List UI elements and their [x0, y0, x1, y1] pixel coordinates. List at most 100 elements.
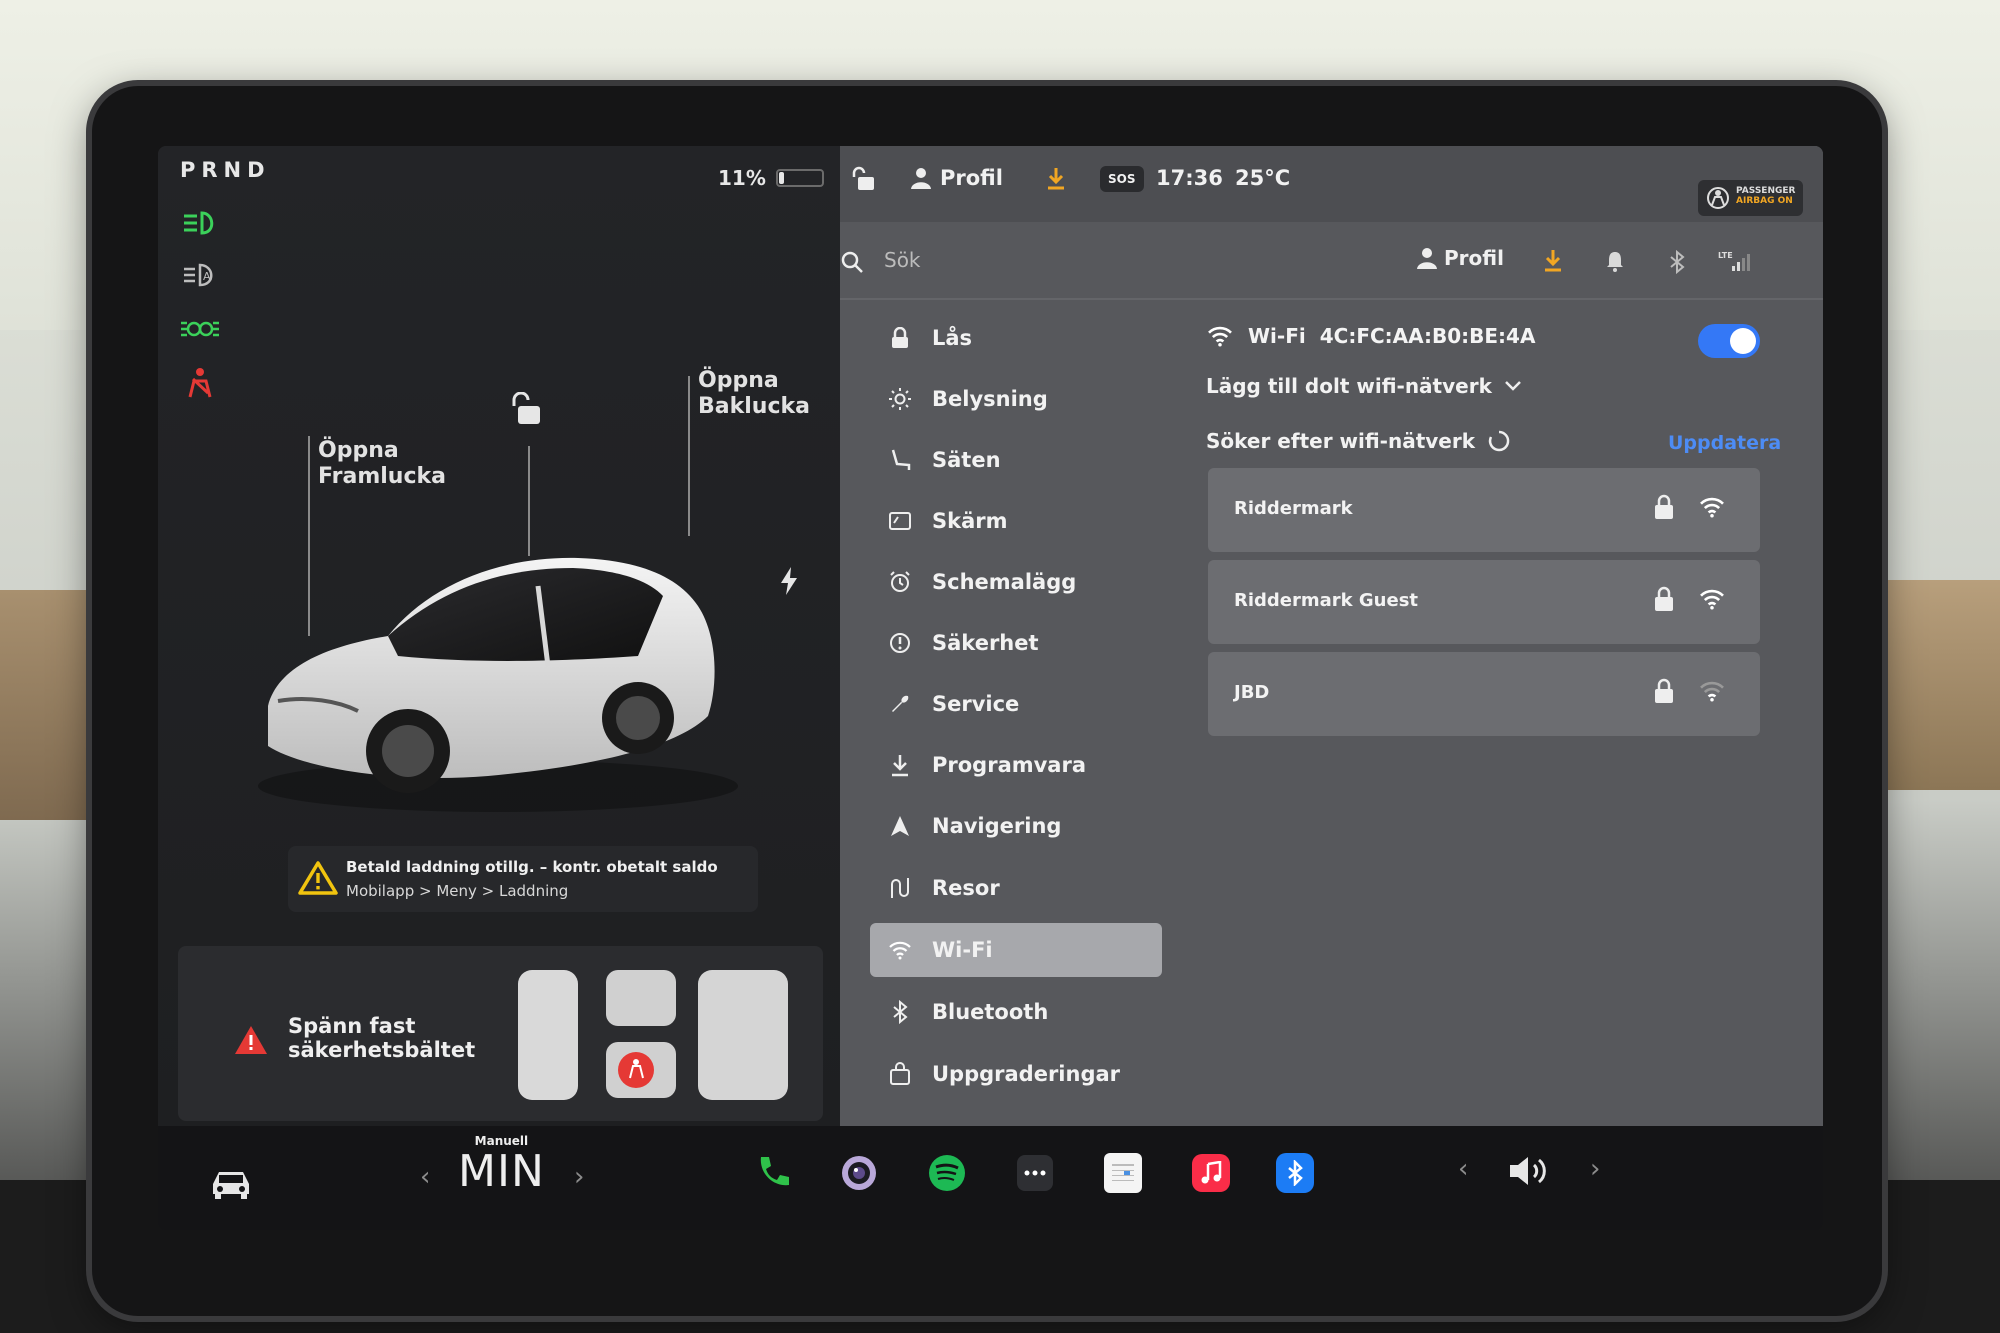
wifi-signal-strong-icon	[1698, 496, 1726, 523]
open-frunk-button[interactable]: Öppna Framlucka	[318, 438, 446, 490]
charging-warning-path: Mobilapp > Meny > Laddning	[346, 882, 569, 900]
svg-text:LTE: LTE	[1718, 251, 1733, 260]
lte-signal-icon: LTE	[1718, 250, 1752, 272]
camera-app-icon[interactable]	[834, 1148, 884, 1198]
refresh-networks-button[interactable]: Uppdatera	[1668, 432, 1781, 454]
settings-profile-button[interactable]: Profil	[1416, 246, 1504, 270]
alert-triangle-icon	[233, 1024, 269, 1060]
person-icon	[1417, 248, 1437, 269]
notification-bell-icon[interactable]	[1605, 250, 1625, 272]
menu-item-wifi[interactable]: Wi-Fi	[870, 923, 1162, 977]
alarm-clock-icon	[880, 570, 920, 594]
lock-icon	[880, 327, 920, 349]
network-row-riddermark-guest[interactable]: Riddermark Guest	[1208, 560, 1760, 644]
download-icon	[880, 753, 920, 777]
bluetooth-status-icon[interactable]	[1668, 250, 1686, 274]
open-trunk-button[interactable]: Öppna Baklucka	[698, 368, 810, 420]
menu-item-label: Bluetooth	[932, 1000, 1049, 1024]
topbar-download-icon[interactable]	[1045, 166, 1067, 190]
charging-warning-title: Betald laddning otillg. – kontr. obetalt…	[346, 858, 718, 876]
bluetooth-app-icon[interactable]	[1270, 1148, 1320, 1198]
volume-increase-chevron[interactable]: ›	[1590, 1154, 1600, 1184]
network-name: Riddermark Guest	[1234, 590, 1419, 611]
topbar-profile-label: Profil	[940, 166, 1003, 190]
software-update-icon[interactable]	[1542, 248, 1564, 272]
menu-item-resor[interactable]: Resor	[870, 861, 1162, 915]
sos-button[interactable]: SOS	[1100, 166, 1144, 192]
wifi-toggle[interactable]	[1698, 324, 1760, 358]
menu-item-bluetooth[interactable]: Bluetooth	[870, 985, 1162, 1039]
settings-search-bar[interactable]: Sök	[840, 236, 1720, 292]
seatbelt-alert-text: Spänn fast säkerhetsbältet	[288, 1014, 476, 1062]
calendar-app-icon[interactable]	[1098, 1148, 1148, 1198]
car-controls-icon[interactable]	[206, 1158, 256, 1208]
charging-warning-banner: Betald laddning otillg. – kontr. obetalt…	[288, 846, 758, 912]
wifi-signal-strong-icon	[1698, 588, 1726, 615]
spinner-icon	[1488, 430, 1510, 452]
person-icon	[911, 168, 931, 189]
lock-icon	[1653, 494, 1675, 525]
bluetooth-icon	[880, 1000, 920, 1024]
passenger-airbag-indicator: PASSENGER AIRBAG ON	[1698, 180, 1803, 216]
spotify-app-icon[interactable]	[922, 1148, 972, 1198]
menu-item-label: Skärm	[932, 509, 1008, 533]
wifi-icon	[1208, 326, 1232, 347]
menu-item-service[interactable]: Service	[870, 677, 1162, 731]
add-hidden-network-label: Lägg till dolt wifi-nätverk	[1206, 374, 1492, 398]
battery-icon	[775, 169, 824, 187]
menu-item-belysning[interactable]: Belysning	[870, 372, 1162, 426]
unlock-icon[interactable]	[508, 391, 544, 430]
car-illustration	[258, 557, 738, 812]
settings-profile-label: Profil	[1444, 246, 1504, 270]
charge-port-bolt-icon[interactable]	[778, 566, 800, 600]
topbar-profile-button[interactable]: Profil	[910, 166, 1003, 190]
toggle-knob	[1730, 328, 1756, 354]
menu-item-label: Schemalägg	[932, 570, 1077, 594]
wifi-mac-address: 4C:FC:AA:B0:BE:4A	[1319, 324, 1536, 348]
menu-item-label: Lås	[932, 326, 973, 350]
network-row-riddermark[interactable]: Riddermark	[1208, 468, 1760, 552]
wifi-signal-weak-icon	[1698, 680, 1726, 707]
touchscreen: PRND 11% A Öppna Framlucka Öppna Bakluck…	[158, 146, 1823, 1230]
lock-icon	[1653, 678, 1675, 709]
menu-item-las[interactable]: Lås	[870, 311, 1162, 365]
phone-app-icon[interactable]	[748, 1148, 798, 1198]
menu-item-label: Säkerhet	[932, 631, 1039, 655]
music-app-icon[interactable]	[1186, 1148, 1236, 1198]
search-divider	[840, 298, 1823, 300]
menu-item-label: Uppgraderingar	[932, 1062, 1121, 1086]
menu-item-label: Belysning	[932, 387, 1048, 411]
svg-text:A: A	[203, 270, 211, 283]
volume-decrease-chevron[interactable]: ‹	[1458, 1154, 1468, 1184]
add-hidden-network-button[interactable]: Lägg till dolt wifi-nätverk	[1206, 374, 1522, 398]
more-apps-icon[interactable]	[1010, 1148, 1060, 1198]
wrench-icon	[880, 692, 920, 716]
menu-item-saten[interactable]: Säten	[870, 433, 1162, 487]
chevron-down-icon	[1505, 381, 1521, 391]
climate-control[interactable]: Manuell MIN	[458, 1134, 545, 1197]
wifi-title: Wi-Fi	[1248, 324, 1306, 348]
wifi-scan-label: Söker efter wifi-nätverk	[1206, 429, 1476, 453]
parking-lights-icon	[180, 312, 220, 346]
seat-occupancy-map	[518, 970, 788, 1100]
menu-item-navigering[interactable]: Navigering	[870, 799, 1162, 853]
airbag-icon	[1707, 187, 1729, 209]
navigation-arrow-icon	[880, 815, 920, 837]
menu-item-sakerhet[interactable]: Säkerhet	[870, 616, 1162, 670]
menu-item-skarm[interactable]: Skärm	[870, 494, 1162, 548]
climate-setpoint: MIN	[458, 1146, 545, 1197]
status-bar: Profil SOS 17:36 25°C	[840, 146, 1823, 222]
menu-item-schemalagg[interactable]: Schemalägg	[870, 555, 1162, 609]
climate-increase-chevron[interactable]: ›	[574, 1162, 584, 1192]
menu-item-uppgraderingar[interactable]: Uppgraderingar	[870, 1047, 1162, 1101]
menu-item-programvara[interactable]: Programvara	[870, 738, 1162, 792]
network-row-jbd[interactable]: JBD	[1208, 652, 1760, 736]
volume-speaker-icon[interactable]	[1504, 1146, 1554, 1196]
climate-decrease-chevron[interactable]: ‹	[420, 1162, 430, 1192]
battery-indicator: 11%	[718, 166, 824, 190]
seat-icon	[880, 448, 920, 472]
airbag-label: PASSENGER	[1736, 186, 1796, 196]
search-input[interactable]: Sök	[884, 248, 921, 272]
lock-status-icon[interactable]	[850, 166, 876, 192]
battery-fill	[778, 172, 784, 184]
